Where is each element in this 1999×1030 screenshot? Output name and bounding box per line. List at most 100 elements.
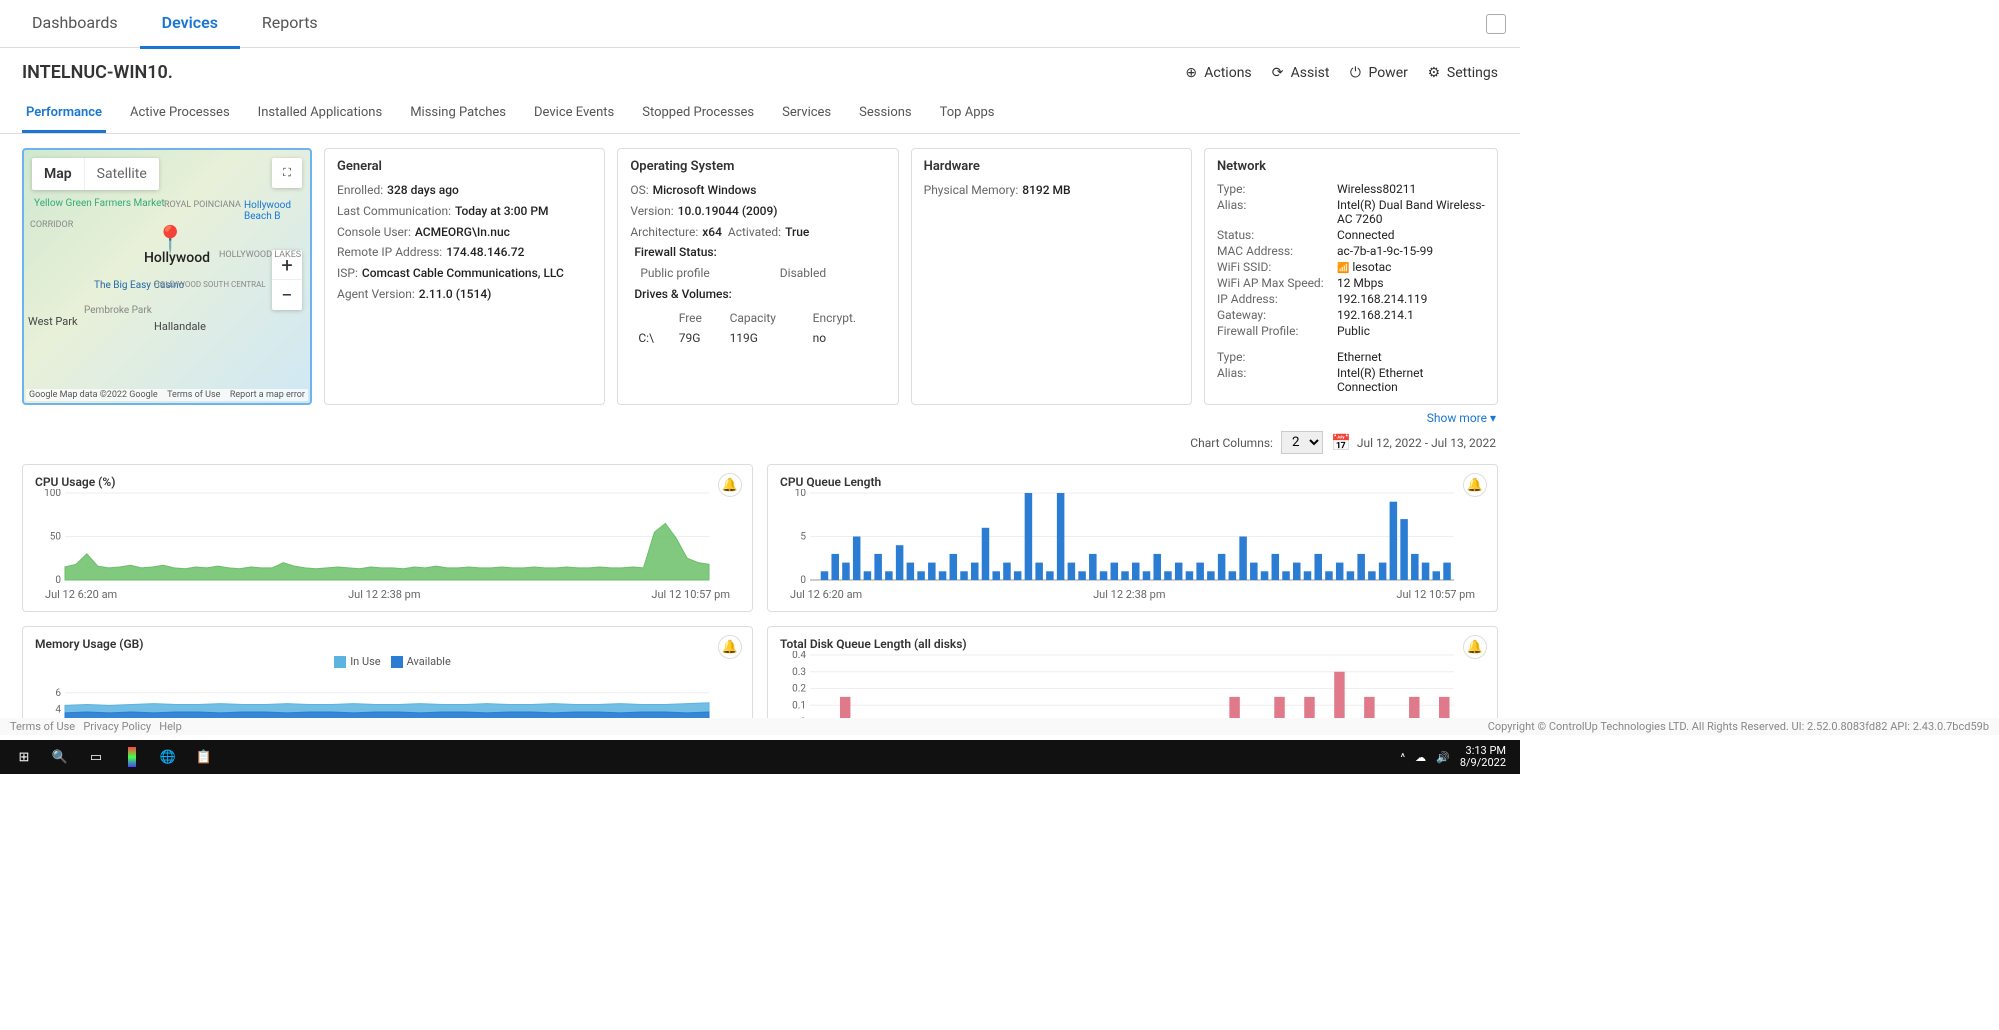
svg-text:5: 5 [800,532,806,543]
chrome-icon[interactable]: 🌐 [150,743,186,771]
sub-tabs: Performance Active Processes Installed A… [0,89,1520,134]
map-attribution: Google Map data ©2022 Google [29,390,158,400]
network-value: ac-7b-a1-9c-15-99 [1337,244,1485,258]
headset-icon: ⟳ [1270,65,1286,81]
hardware-panel: Hardware Physical Memory:8192 MB [911,148,1192,405]
svg-text:0: 0 [55,575,61,584]
plus-circle-icon: ⊕ [1183,65,1199,81]
neighborhood-label: CORRIDOR [30,220,73,230]
network-key: Firewall Profile: [1217,324,1337,338]
network-key: MAC Address: [1217,244,1337,258]
panel-title: Hardware [924,159,1179,174]
bell-icon[interactable]: 🔔 [1463,635,1487,659]
system-clock[interactable]: 3:13 PM 8/9/2022 [1460,745,1506,769]
windows-taskbar[interactable]: ⊞ 🔍 ▭ 🌐 📋 ^ ☁ 🔊 3:13 PM 8/9/2022 [0,740,1520,774]
tab-device-events[interactable]: Device Events [530,97,618,133]
bell-icon[interactable]: 🔔 [718,473,742,497]
map-mode-map[interactable]: Map [32,158,85,190]
chart-columns-label: Chart Columns: [1190,436,1273,450]
network-value: Wireless80211 [1337,182,1485,196]
x-tick: Jul 12 2:38 pm [348,588,420,601]
svg-text:100: 100 [44,489,61,499]
taskbar-app[interactable] [128,747,136,767]
footer-link[interactable]: Help [159,720,182,733]
x-tick: Jul 12 2:38 pm [1093,588,1165,601]
nav-reports[interactable]: Reports [240,0,340,49]
footer-link[interactable]: Privacy Policy [83,720,151,733]
bell-icon[interactable]: 🔔 [718,635,742,659]
tab-active-processes[interactable]: Active Processes [126,97,234,133]
map-terms-link[interactable]: Terms of Use [167,390,220,400]
footer-link[interactable]: Terms of Use [10,720,75,733]
tab-stopped-processes[interactable]: Stopped Processes [638,97,758,133]
panel-title: Network [1217,159,1485,174]
os-panel: Operating System OS:Microsoft Windows Ve… [617,148,898,405]
network-key: WiFi SSID: [1217,260,1337,274]
tab-missing-patches[interactable]: Missing Patches [406,97,510,133]
search-icon[interactable]: 🔍 [42,743,78,771]
assist-button[interactable]: ⟳Assist [1270,65,1330,81]
network-key: IP Address: [1217,292,1337,306]
tab-sessions[interactable]: Sessions [855,97,916,133]
task-view-icon[interactable]: ▭ [78,743,114,771]
show-more-link[interactable]: Show more ▾ [0,409,1520,429]
zoom-out-button[interactable]: − [272,280,302,310]
svg-text:0.1: 0.1 [792,700,806,711]
map-report-link[interactable]: Report a map error [230,390,305,400]
nav-dashboards[interactable]: Dashboards [10,0,140,49]
panel-title: Operating System [630,159,885,174]
city-label: West Park [28,315,78,328]
taskbar-app[interactable]: 📋 [186,743,222,771]
network-value: lesotac [1337,260,1485,274]
network-key: Type: [1217,350,1337,364]
network-value: Ethernet [1337,350,1485,364]
network-value: 192.168.214.119 [1337,292,1485,306]
power-button[interactable]: ⏻Power [1347,65,1407,81]
nav-devices[interactable]: Devices [140,0,240,49]
chart-title: CPU Queue Length [780,475,1485,489]
drives-table: FreeCapacityEncrypt. C:\79G119Gno [630,307,885,349]
network-key: Type: [1217,182,1337,196]
tab-installed-apps[interactable]: Installed Applications [254,97,387,133]
map-mode-satellite[interactable]: Satellite [85,158,159,190]
bell-icon[interactable]: 🔔 [1463,473,1487,497]
tray-cloud-icon[interactable]: ☁ [1415,751,1426,764]
svg-text:4: 4 [55,705,61,716]
tab-performance[interactable]: Performance [22,97,106,133]
device-header: INTELNUC-WIN10. ⊕Actions ⟳Assist ⏻Power … [0,48,1520,89]
network-key: Alias: [1217,366,1337,394]
settings-button[interactable]: ⚙Settings [1426,65,1498,81]
tray-chevron-icon[interactable]: ^ [1401,751,1406,764]
neighborhood-label: Pembroke Park [84,305,152,316]
chart-card: CPU Usage (%)🔔050100Jul 12 6:20 amJul 12… [22,464,753,612]
top-nav: Dashboards Devices Reports [0,0,1520,48]
chart-card: CPU Queue Length🔔0510Jul 12 6:20 amJul 1… [767,464,1498,612]
power-icon: ⏻ [1347,65,1363,81]
actions-button[interactable]: ⊕Actions [1183,65,1251,81]
network-value: 192.168.214.1 [1337,308,1485,322]
x-tick: Jul 12 10:57 pm [651,588,730,601]
chart-columns-select[interactable]: 2 [1281,431,1323,454]
svg-text:6: 6 [55,688,61,699]
date-range[interactable]: Jul 12, 2022 - Jul 13, 2022 [1357,436,1496,450]
map-city-label: Hollywood [144,250,210,266]
tab-services[interactable]: Services [778,97,835,133]
neighborhood-label: HOLLYWOOD LAKES [219,250,301,260]
network-key: Status: [1217,228,1337,242]
fullscreen-icon[interactable]: ⛶ [272,158,302,188]
start-button[interactable]: ⊞ [6,743,42,771]
location-map[interactable]: Map Satellite ⛶ + − Yellow Green Farmers… [22,148,312,405]
x-tick: Jul 12 10:57 pm [1396,588,1475,601]
chart-legend: In UseAvailable [35,651,740,672]
network-key: WiFi AP Max Speed: [1217,276,1337,290]
svg-text:10: 10 [795,489,807,499]
tray-volume-icon[interactable]: 🔊 [1436,751,1450,764]
tab-top-apps[interactable]: Top Apps [936,97,999,133]
network-value: Connected [1337,228,1485,242]
chart-card: Memory Usage (GB)🔔In UseAvailable0246Jul… [22,626,753,730]
svg-text:0.2: 0.2 [792,684,806,695]
expand-icon[interactable] [1486,14,1506,34]
network-value: Intel(R) Ethernet Connection [1337,366,1485,394]
network-value: Intel(R) Dual Band Wireless-AC 7260 [1337,198,1485,226]
calendar-icon[interactable]: 📅 [1331,433,1351,452]
